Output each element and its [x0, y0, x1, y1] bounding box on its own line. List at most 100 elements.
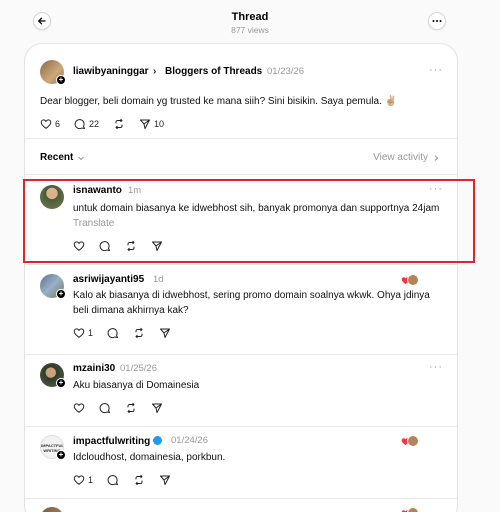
reply-text: untuk domain biasanya ke idwebhost sih, … [73, 201, 443, 231]
send-icon [152, 241, 162, 251]
reply-item: isnawanto 1m ··· untuk domain biasanya k… [25, 175, 457, 263]
post-date: 01/23/26 [267, 66, 304, 77]
heart-icon [73, 328, 85, 338]
more-icon [432, 20, 442, 22]
heart-icon [73, 475, 85, 485]
sort-dropdown[interactable]: Recent [40, 152, 85, 163]
repost-icon [127, 240, 135, 252]
share-button[interactable] [151, 402, 163, 414]
reply-button[interactable] [107, 327, 119, 339]
reply-actions: 1 [73, 327, 185, 339]
comment-icon [107, 475, 119, 486]
author-mini-avatar [407, 274, 419, 286]
heart-icon [40, 119, 52, 129]
follow-plus-icon[interactable]: + [56, 378, 66, 388]
reply-item: + mzaini30 01/25/26 ··· Aku biasanya di … [25, 355, 457, 425]
thread-card: + liawibyaninggar › Bloggers of Threads … [24, 43, 458, 512]
view-activity-label: View activity [373, 152, 428, 163]
view-count: 877 views [231, 25, 269, 35]
avatar[interactable] [40, 185, 64, 209]
repost-button[interactable] [113, 118, 125, 130]
send-icon [160, 328, 171, 338]
repost-icon [135, 327, 143, 339]
share-button[interactable] [151, 240, 163, 252]
avatar[interactable] [40, 507, 64, 512]
original-post: + liawibyaninggar › Bloggers of Threads … [25, 44, 457, 134]
reply-text: Aku biasanya di Domainesia [73, 380, 200, 391]
thread-header: Thread 877 views [0, 0, 500, 42]
liked-by-author-badge [401, 507, 423, 512]
reply-actions: 1 [73, 474, 185, 486]
reply-button[interactable]: 22 [74, 118, 99, 130]
like-button[interactable] [73, 240, 85, 252]
heart-icon [73, 403, 85, 413]
reply-item: + asriwijayanti95 1d Kalo ak biasanya di… [25, 265, 457, 353]
reply-actions [73, 240, 177, 252]
repost-button[interactable] [125, 240, 137, 252]
verified-badge-icon [153, 436, 163, 445]
page-title: Thread [231, 11, 269, 23]
reply-time: 1m [128, 185, 142, 196]
follow-plus-icon[interactable]: + [56, 75, 66, 85]
reply-item: IMPACTFUL WRITING + impactfulwriting 01/2… [25, 427, 457, 497]
repost-icon [115, 118, 123, 130]
divider [25, 138, 457, 139]
reply-text-content: untuk domain biasanya ke idwebhost sih, … [73, 203, 440, 214]
send-icon [160, 475, 171, 485]
reply-author[interactable]: impactfulwriting [73, 435, 163, 447]
topic-link[interactable]: Bloggers of Threads [165, 66, 262, 77]
send-icon [140, 119, 151, 129]
reply-time: 1d [153, 274, 164, 285]
follow-plus-icon[interactable]: + [56, 289, 66, 299]
like-count: 1 [88, 328, 94, 338]
reply-button[interactable] [99, 402, 111, 414]
reply-author[interactable]: asriwijayanti95 [73, 274, 144, 285]
sort-label: Recent [40, 152, 74, 163]
post-author[interactable]: liawibyaninggar [73, 66, 149, 77]
send-icon [152, 403, 162, 413]
reply-more-icon[interactable]: ··· [429, 183, 443, 195]
repost-icon [127, 402, 135, 414]
author-mini-avatar [407, 507, 419, 512]
like-button[interactable]: 6 [40, 118, 60, 130]
like-count: 6 [55, 119, 61, 129]
reply-time: 01/24/26 [171, 435, 208, 446]
like-button[interactable]: 1 [73, 327, 93, 339]
chevron-down-icon [78, 156, 85, 160]
reply-author[interactable]: mzaini30 [73, 363, 115, 374]
comment-icon [74, 119, 86, 130]
comment-icon [99, 241, 110, 252]
share-button[interactable] [159, 474, 171, 486]
thread-menu-button[interactable] [428, 12, 446, 30]
repost-button[interactable] [133, 327, 145, 339]
comment-icon [99, 403, 110, 414]
post-actions: 6 22 10 [40, 118, 178, 130]
repost-button[interactable] [133, 474, 145, 486]
reply-more-icon[interactable]: ··· [429, 361, 443, 373]
comment-icon [107, 328, 119, 339]
heart-icon [73, 241, 85, 251]
like-button[interactable]: 1 [73, 474, 93, 486]
view-activity-link[interactable]: View activity [373, 152, 440, 163]
follow-plus-icon[interactable]: + [56, 450, 66, 460]
reply-author-name: impactfulwriting [73, 436, 151, 447]
share-button[interactable]: 10 [139, 118, 164, 130]
translate-link[interactable]: Translate [73, 218, 114, 229]
reply-button[interactable] [99, 240, 111, 252]
reply-count: 22 [89, 119, 100, 129]
reply-item [25, 499, 457, 512]
reply-author[interactable]: isnawanto [73, 185, 122, 196]
like-button[interactable] [73, 402, 85, 414]
repost-button[interactable] [125, 402, 137, 414]
share-button[interactable] [159, 327, 171, 339]
liked-by-author-badge [401, 274, 423, 286]
reply-button[interactable] [107, 474, 119, 486]
reply-actions [73, 402, 177, 414]
post-more-icon[interactable]: ··· [429, 64, 443, 76]
reply-time: 01/25/26 [120, 363, 157, 374]
share-count: 10 [154, 119, 165, 129]
breadcrumb-chevron-icon: › [153, 66, 157, 77]
repost-icon [135, 474, 143, 486]
reply-text: Idcloudhost, domainesia, porkbun. [73, 452, 226, 463]
author-mini-avatar [407, 435, 419, 447]
